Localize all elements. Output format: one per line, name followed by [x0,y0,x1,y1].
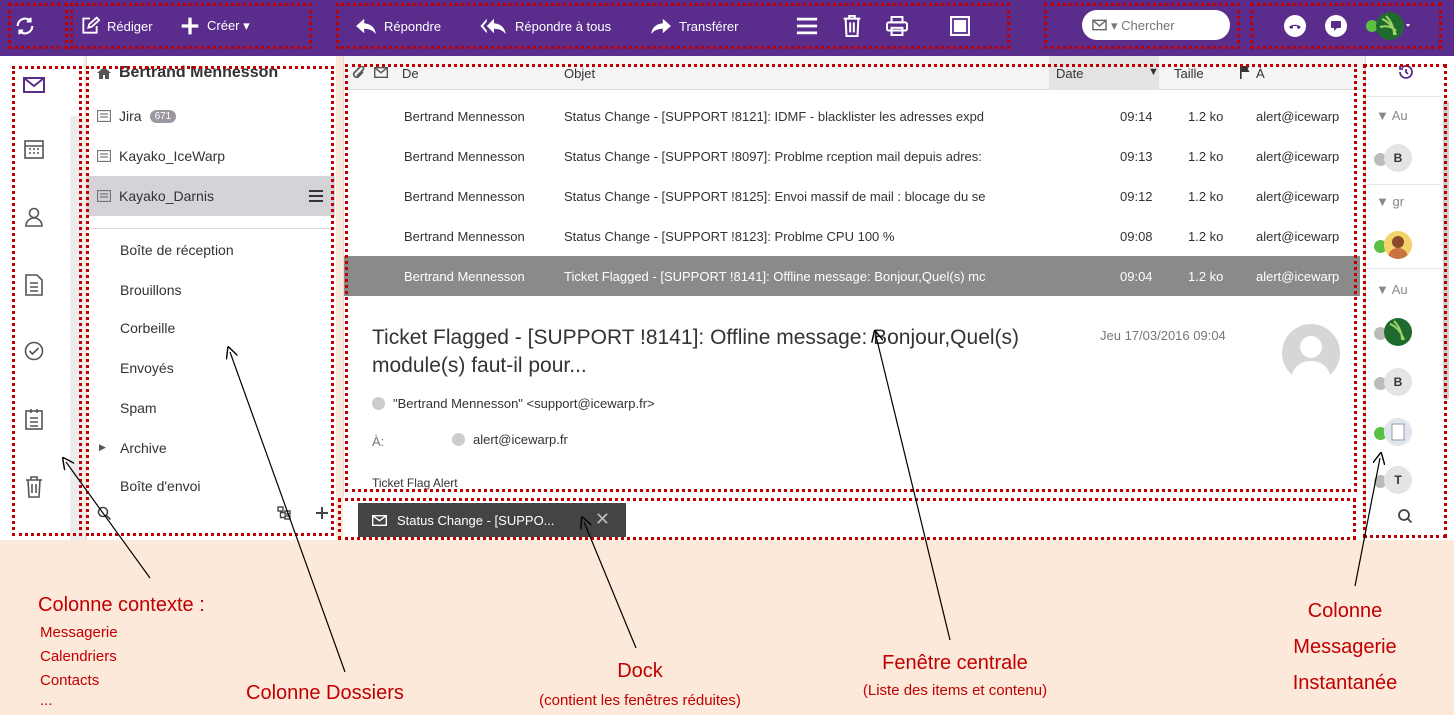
arrow-folders [230,352,346,673]
arrow-central [876,336,951,641]
arrow-im [1354,458,1380,587]
arrow-dock [584,522,637,649]
annotation-arrows [0,0,1454,673]
arrow-context [66,462,151,579]
